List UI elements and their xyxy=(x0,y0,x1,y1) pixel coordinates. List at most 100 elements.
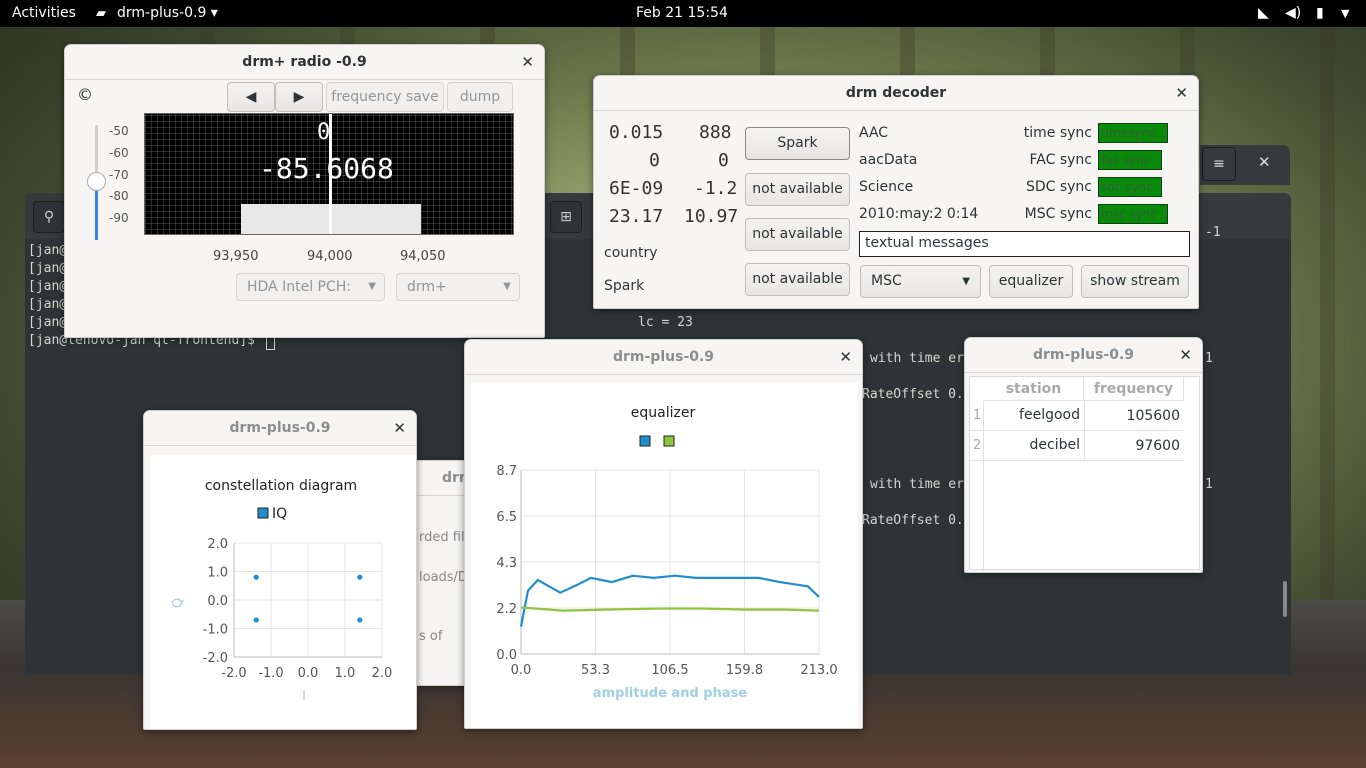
terminal-fragment: with time er xyxy=(870,351,964,366)
spark-button[interactable]: Spark xyxy=(745,127,850,160)
frequency-save-button[interactable]: frequency save xyxy=(326,82,444,112)
time-sync-indicator: timesync xyxy=(1098,123,1168,143)
freq-tick: 93,950 xyxy=(213,249,259,264)
msc-sync-label: MSC sync xyxy=(1024,206,1092,222)
volume-icon[interactable]: ◀) xyxy=(1285,5,1301,21)
row-number: 2 xyxy=(973,438,982,453)
lcd-value: 6E-09 xyxy=(609,178,664,199)
background-text: loads/D xyxy=(419,570,468,585)
spectrum-display[interactable]: 0 -85.6068 xyxy=(144,113,514,235)
hamburger-menu-icon[interactable]: ≡ xyxy=(1202,147,1236,181)
y-tick-label: 4.3 xyxy=(496,556,517,571)
db-tick: -80 xyxy=(109,189,129,203)
terminal-scrollbar[interactable] xyxy=(1283,581,1287,617)
terminal-fragment: 1 xyxy=(1205,351,1213,366)
equalizer-window-title: drm-plus-0.9 xyxy=(465,340,862,375)
constellation-chart: constellation diagram IQ -2.0 -1.0 0.0 1.0 2… xyxy=(171,478,392,704)
radio-close-icon[interactable]: ✕ xyxy=(521,45,534,80)
chevron-down-icon: ▼ xyxy=(503,281,511,292)
equalizer-close-icon[interactable]: ✕ xyxy=(839,340,852,375)
textual-messages-field[interactable]: textual messages xyxy=(859,231,1190,257)
sdc-sync-indicator: sdc sync xyxy=(1098,177,1162,197)
terminal-header-right: ≡ ✕ xyxy=(1200,145,1290,185)
country-label: country xyxy=(604,245,658,261)
fac-sync-label: FAC sync xyxy=(1029,152,1092,168)
copyright-label: © xyxy=(77,85,93,104)
lcd-value: 0 xyxy=(718,150,729,171)
device-select[interactable]: HDA Intel PCH: ▼ xyxy=(236,273,385,301)
stations-close-icon[interactable]: ✕ xyxy=(1179,338,1192,373)
system-menu-icon[interactable]: ▼ xyxy=(1341,7,1349,20)
app-menu[interactable]: drm-plus-0.9 ▾ xyxy=(117,5,218,21)
radio-title: drm+ radio -0.9 xyxy=(65,45,544,80)
sdc-sync-label: SDC sync xyxy=(1025,179,1092,195)
new-tab-icon[interactable]: ⊞ xyxy=(550,201,582,233)
y-tick-label: 0.0 xyxy=(207,594,228,609)
stations-table[interactable]: station frequency 1 feelgood 105600 2 de… xyxy=(969,376,1200,571)
constellation-window: drm-plus-0.9 ✕ constellation diagram IQ … xyxy=(143,410,417,730)
x-tick-label: -1.0 xyxy=(258,666,283,681)
terminal-fragment: -1 xyxy=(1205,225,1221,240)
app-icon: ▰ xyxy=(96,6,106,21)
constellation-title: constellation diagram xyxy=(205,478,357,494)
clock[interactable]: Feb 21 15:54 xyxy=(636,5,728,21)
station-column-header[interactable]: station xyxy=(984,377,1084,401)
x-tick-label: 159.8 xyxy=(726,663,763,678)
not-available-button-2[interactable]: not available xyxy=(745,218,850,251)
freq-tick: 94,000 xyxy=(307,249,353,264)
terminal-line: lc = 23 xyxy=(638,315,693,330)
terminal-line: [jan@ xyxy=(28,279,68,294)
programme-type-label: Science xyxy=(859,179,914,195)
db-tick: -90 xyxy=(109,211,129,225)
top-bar: Activities ▰ drm-plus-0.9 ▾ Feb 21 15:54… xyxy=(0,0,1366,27)
not-available-button-3[interactable]: not available xyxy=(745,263,850,296)
equalizer-button[interactable]: equalizer xyxy=(989,265,1073,298)
msc-select[interactable]: MSC ▼ xyxy=(860,265,981,298)
iq-legend-swatch xyxy=(257,507,269,519)
activities-button[interactable]: Activities xyxy=(12,5,76,21)
y-axis-label: Q xyxy=(171,598,186,608)
background-text: rded fil xyxy=(419,530,465,545)
terminal-fragment: RateOffset 0. xyxy=(862,513,964,528)
decoder-title: drm decoder xyxy=(594,76,1198,111)
decoder-close-icon[interactable]: ✕ xyxy=(1175,76,1188,111)
radio-window: drm+ radio -0.9 ✕ © ◀ ▶ frequency save d… xyxy=(64,44,545,338)
mode-select[interactable]: drm+ ▼ xyxy=(396,273,520,301)
battery-icon[interactable]: ▮ xyxy=(1316,5,1324,21)
lcd-value: 10.97 xyxy=(684,206,739,227)
terminal-line: [jan@ xyxy=(28,243,68,258)
terminal-close-icon[interactable]: ✕ xyxy=(1258,153,1271,171)
show-stream-button[interactable]: show stream xyxy=(1081,265,1189,298)
y-tick-label: 2.0 xyxy=(207,537,228,552)
terminal-search-icon[interactable]: ⚲ xyxy=(33,201,65,233)
series-1-legend-swatch xyxy=(639,435,651,447)
frequency-cell: 97600 xyxy=(1084,431,1180,461)
spectrum-box-value: 0 xyxy=(317,120,331,145)
chevron-down-icon: ▼ xyxy=(368,281,376,292)
terminal-line: [jan@ xyxy=(28,261,68,276)
x-tick-label: 213.0 xyxy=(800,663,837,678)
fac-sync-indicator: fac sync xyxy=(1098,150,1162,170)
iq-legend-label: IQ xyxy=(272,506,287,522)
wifi-icon[interactable]: ◣ xyxy=(1258,5,1269,21)
frequency-column-header[interactable]: frequency xyxy=(1084,377,1184,401)
msc-select-label: MSC xyxy=(871,273,902,289)
constellation-window-title: drm-plus-0.9 xyxy=(144,411,416,446)
x-axis-label: I xyxy=(302,689,306,704)
iq-point xyxy=(253,617,259,623)
y-tick-label: -1.0 xyxy=(203,623,228,638)
table-row[interactable]: 2 decibel 97600 xyxy=(970,431,1184,461)
not-available-button-1[interactable]: not available xyxy=(745,173,850,206)
gain-slider-handle[interactable] xyxy=(87,172,106,191)
next-button[interactable]: ▶ xyxy=(275,82,323,112)
table-row[interactable]: 1 feelgood 105600 xyxy=(970,401,1184,431)
db-tick: -50 xyxy=(109,124,129,138)
equalizer-chart: equalizer 0.0 53.3 106.5 159.8 213.0 8.7 6.5 4.… xyxy=(496,405,837,701)
prev-button[interactable]: ◀ xyxy=(227,82,275,112)
msc-sync-indicator: msc sync xyxy=(1098,204,1168,224)
lcd-value: 23.17 xyxy=(609,206,664,227)
terminal-fragment: RateOffset 0. xyxy=(862,387,964,402)
dump-button[interactable]: dump xyxy=(447,82,513,112)
constellation-close-icon[interactable]: ✕ xyxy=(393,411,406,446)
db-tick: -70 xyxy=(109,168,129,182)
